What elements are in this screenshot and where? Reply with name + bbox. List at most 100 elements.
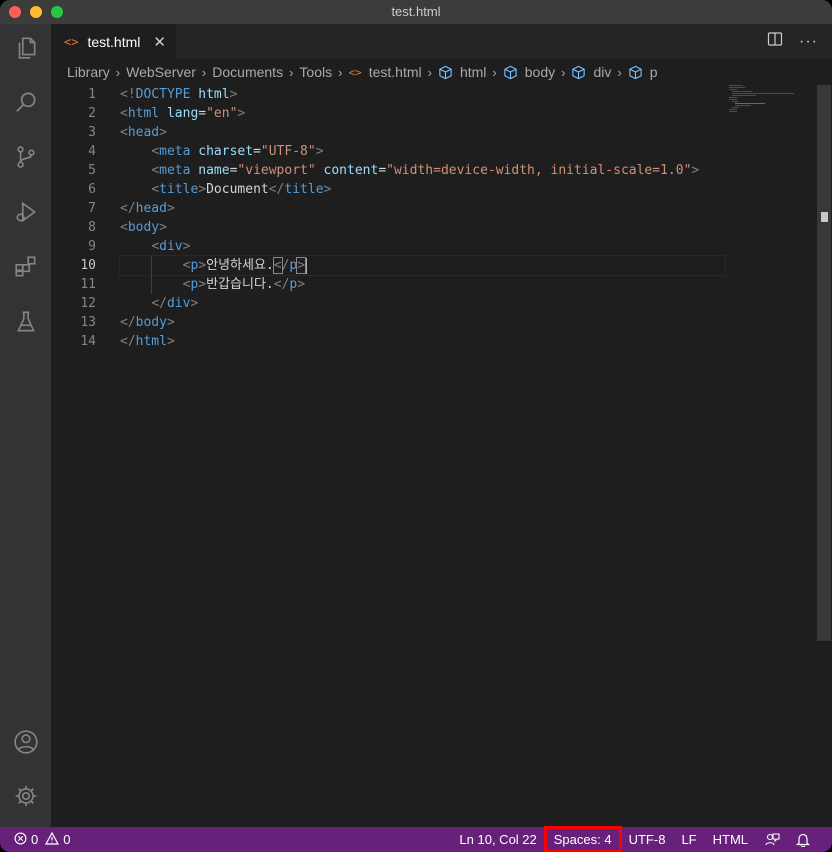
minimap-line: [729, 89, 737, 90]
line-number: 6: [88, 182, 96, 197]
chevron-right-icon: ›: [561, 64, 566, 80]
source-control-icon[interactable]: [0, 133, 51, 181]
minimap[interactable]: [727, 85, 817, 125]
language-mode-selector[interactable]: HTML: [705, 827, 756, 852]
search-icon[interactable]: [0, 78, 51, 126]
line-number: 12: [80, 296, 96, 311]
line-number: 1: [88, 87, 96, 102]
indentation-selector[interactable]: Spaces: 4: [543, 826, 622, 852]
breadcrumb-html[interactable]: html: [438, 64, 486, 80]
tab-label: test.html: [87, 33, 141, 50]
line-number: 11: [80, 277, 96, 292]
warning-icon: [45, 831, 60, 848]
breadcrumb-webserver[interactable]: WebServer: [126, 64, 196, 80]
title-bar: test.html: [0, 0, 832, 24]
code-line[interactable]: <title>Document</title>: [120, 180, 725, 199]
settings-gear-icon[interactable]: [0, 772, 51, 820]
line-number: 8: [88, 220, 96, 235]
line-number: 14: [80, 334, 96, 349]
scrollbar-cursor-marker: [821, 212, 828, 222]
symbol-cube-icon: [503, 65, 518, 80]
status-bar: 0 0 Ln 10, Col 22 Spaces: 4 UTF-8 LF HTM…: [0, 826, 832, 852]
code-line[interactable]: <!DOCTYPE html>: [120, 85, 725, 104]
breadcrumb-body-label: body: [524, 64, 556, 80]
breadcrumb-tools[interactable]: Tools: [299, 64, 332, 80]
code-line[interactable]: <p>반갑습니다.</p>: [120, 275, 725, 294]
encoding-selector[interactable]: UTF-8: [621, 827, 674, 852]
code-line[interactable]: <body>: [120, 218, 725, 237]
code-line[interactable]: <meta charset="UTF-8">: [120, 142, 725, 161]
chevron-right-icon: ›: [289, 64, 294, 80]
minimap-line: [732, 93, 794, 94]
error-count: 0: [31, 832, 39, 847]
line-number: 3: [88, 125, 96, 140]
code-editor[interactable]: 1 2 3 4 5 6 7 8 9 10 11 12 13 14 <!DOCTY…: [51, 85, 832, 827]
breadcrumb-p-label: p: [649, 64, 658, 80]
minimap-line: [729, 87, 745, 88]
html-file-icon: <>: [348, 65, 362, 79]
split-editor-icon[interactable]: [767, 31, 783, 52]
line-number: 10: [80, 258, 96, 273]
code-line[interactable]: </head>: [120, 199, 725, 218]
breadcrumb-div-label: div: [593, 64, 612, 80]
indent-guide: [151, 256, 152, 275]
html-file-icon: <>: [64, 34, 79, 49]
account-icon[interactable]: [0, 718, 51, 766]
breadcrumb-html-label: html: [459, 64, 487, 80]
minimap-line: [732, 107, 739, 108]
symbol-cube-icon: [438, 65, 453, 80]
breadcrumb-div[interactable]: div: [571, 64, 611, 80]
minimap-line: [732, 91, 752, 92]
code-line[interactable]: </div>: [120, 294, 725, 313]
chevron-right-icon: ›: [338, 64, 343, 80]
vscode-window: test.html <> test.html ✕ ··· Library › W…: [0, 0, 832, 852]
notifications-bell-icon[interactable]: [788, 827, 818, 852]
line-number: 5: [88, 163, 96, 178]
line-number: 2: [88, 106, 96, 121]
code-line[interactable]: <meta name="viewport" content="width=dev…: [120, 161, 725, 180]
editor-tab-bar: <> test.html ✕ ···: [51, 24, 832, 59]
line-number: 13: [80, 315, 96, 330]
vertical-scrollbar[interactable]: [817, 85, 831, 641]
line-number: 9: [88, 239, 96, 254]
code-line[interactable]: <div>: [120, 237, 725, 256]
eol-selector[interactable]: LF: [673, 827, 704, 852]
code-lines[interactable]: <!DOCTYPE html> <html lang="en"> <head> …: [119, 85, 726, 351]
chevron-right-icon: ›: [427, 64, 432, 80]
activity-bar: [0, 24, 51, 827]
line-number: 4: [88, 144, 96, 159]
breadcrumb-body[interactable]: body: [503, 64, 555, 80]
explorer-icon[interactable]: [0, 24, 51, 72]
run-debug-icon[interactable]: [0, 188, 51, 236]
feedback-icon[interactable]: [756, 827, 788, 852]
minimap-line: [735, 103, 765, 104]
close-icon[interactable]: ✕: [153, 33, 166, 51]
breadcrumb-library[interactable]: Library: [67, 64, 110, 80]
testing-icon[interactable]: [0, 298, 51, 346]
tab-test-html[interactable]: <> test.html ✕: [51, 24, 176, 59]
warning-count: 0: [63, 832, 71, 847]
window-title: test.html: [391, 4, 441, 19]
cursor-position[interactable]: Ln 10, Col 22: [451, 827, 544, 852]
breadcrumb-documents[interactable]: Documents: [212, 64, 283, 80]
more-actions-icon[interactable]: ···: [799, 33, 818, 51]
breadcrumb-file[interactable]: <> test.html: [348, 64, 421, 80]
breadcrumb-p[interactable]: p: [628, 64, 658, 80]
code-line[interactable]: </body>: [120, 313, 725, 332]
code-line[interactable]: </html>: [120, 332, 725, 351]
problems-indicator[interactable]: 0 0: [14, 827, 70, 852]
minimap-line: [729, 111, 737, 112]
extensions-icon[interactable]: [0, 243, 51, 291]
breadcrumb: Library › WebServer › Documents › Tools …: [51, 59, 832, 85]
code-line[interactable]: <html lang="en">: [120, 104, 725, 123]
line-number-gutter: 1 2 3 4 5 6 7 8 9 10 11 12 13 14: [51, 85, 96, 351]
chevron-right-icon: ›: [492, 64, 497, 80]
error-icon: [14, 832, 27, 848]
code-line[interactable]: <head>: [120, 123, 725, 142]
indent-guide: [151, 275, 152, 294]
chevron-right-icon: ›: [201, 64, 207, 80]
minimap-line: [732, 101, 738, 102]
minimap-line: [729, 109, 737, 110]
code-line-active[interactable]: <p>안녕하세요.</p>: [119, 255, 726, 276]
minimap-line: [729, 97, 737, 98]
